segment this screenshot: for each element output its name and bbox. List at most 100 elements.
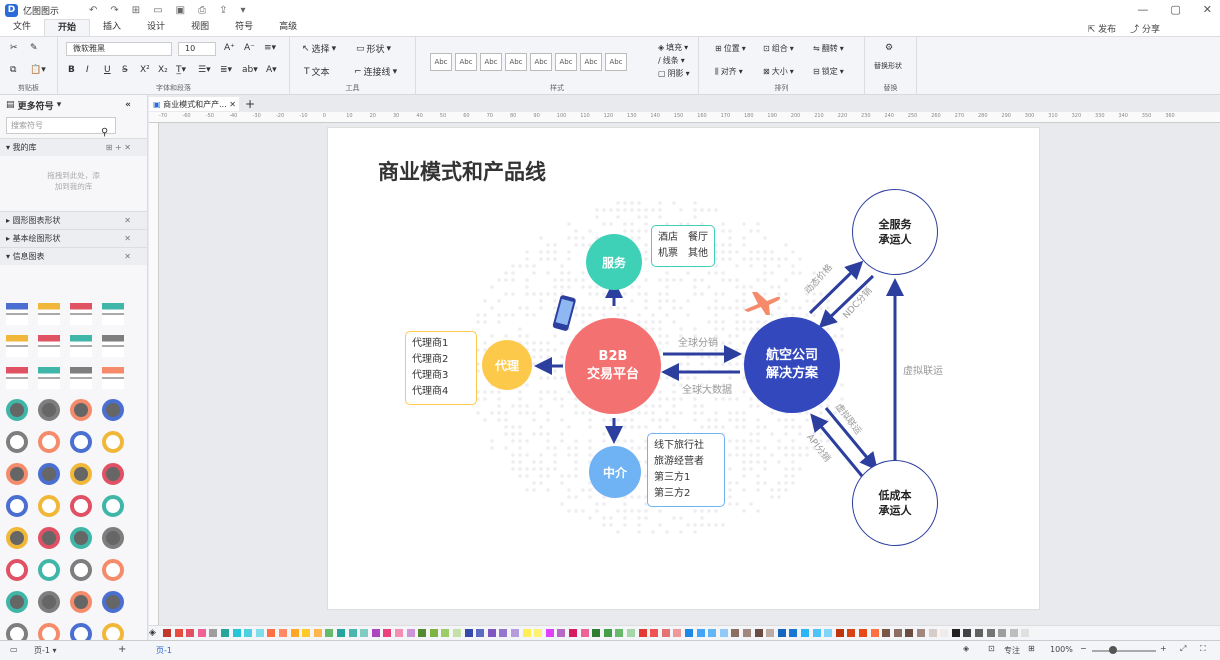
color-swatch[interactable] [777,629,786,637]
color-swatch[interactable] [1021,629,1030,637]
position-button[interactable]: ⊞ 位置 ▾ [715,43,746,54]
replace-shape-button[interactable]: 替换形状 [874,61,902,71]
color-swatch[interactable] [708,629,717,637]
infographic-symbol[interactable] [102,623,124,641]
color-swatch[interactable] [928,629,937,637]
infographic-symbol[interactable] [102,399,124,421]
color-swatch[interactable] [719,629,728,637]
tab-advanced[interactable]: 高级 [266,19,310,36]
color-swatch[interactable] [418,629,427,637]
style-swatch[interactable]: Abc [530,53,552,71]
color-swatch[interactable] [395,629,403,637]
infographic-symbol[interactable] [6,559,28,581]
color-swatch[interactable] [696,629,705,637]
color-swatch[interactable] [186,629,195,637]
infographic-symbol[interactable] [38,431,60,453]
color-swatch[interactable] [743,629,751,637]
airline-solution-node[interactable]: 航空公司 解决方案 [744,317,840,413]
color-swatch[interactable] [801,629,809,637]
page-tab[interactable]: 页-1 [156,645,172,656]
color-swatch[interactable] [244,629,253,637]
color-swatch[interactable] [360,629,369,637]
infographic-symbol[interactable] [38,559,60,581]
color-swatch[interactable] [917,629,925,637]
color-swatch[interactable] [615,629,624,637]
style-swatch[interactable]: Abc [555,53,577,71]
color-swatch[interactable] [569,629,577,637]
intermediary-box[interactable]: 线下旅行社 旅游经营者 第三方1 第三方2 [647,433,725,507]
color-swatch[interactable] [221,629,229,637]
color-swatch[interactable] [986,629,995,637]
infographic-symbol[interactable] [6,591,28,613]
color-swatch[interactable] [1033,629,1041,637]
rotate-button[interactable]: ⇋ 翻转 ▾ [813,43,844,54]
format-painter-icon[interactable]: ✎ [30,43,38,53]
style-swatch[interactable]: Abc [505,53,527,71]
page-select[interactable]: 页-1 ▾ [34,645,57,656]
color-swatch[interactable] [313,629,322,637]
open-icon[interactable]: ▭ [153,5,162,16]
list-icon[interactable]: ☰▾ [198,65,211,75]
shape-tool[interactable]: ▭ 形状 ▾ [356,42,391,56]
bold-icon[interactable]: B [68,65,75,75]
color-swatch[interactable] [348,629,357,637]
library-section-infographics[interactable]: ▾ 信息图表 ✕ [0,247,147,265]
save-icon[interactable]: ▣ [176,5,185,16]
infographic-symbol[interactable] [70,367,92,389]
color-swatch[interactable] [673,629,682,637]
infographic-symbol[interactable] [6,463,28,485]
color-swatch[interactable] [174,629,183,637]
color-swatch[interactable] [534,629,543,637]
library-section-basic-shapes[interactable]: ▸ 基本绘图形状 ✕ [0,229,147,247]
focus-mode-button[interactable]: 专注 [1004,645,1020,656]
document-tab[interactable]: ▣ 商业模式和产产... ✕ [149,97,239,111]
color-swatch[interactable] [685,629,693,637]
color-swatch[interactable] [951,629,960,637]
search-icon[interactable]: ⚲ [101,127,108,138]
style-swatch[interactable]: Abc [605,53,627,71]
low-cost-carrier-node[interactable]: 低成本 承运人 [852,460,938,546]
font-grow-icon[interactable]: A⁺ [224,43,235,53]
fit-window-icon[interactable]: ⤢ [1180,644,1186,654]
color-swatch[interactable] [522,629,531,637]
color-swatch[interactable] [545,629,554,637]
color-swatch[interactable] [905,629,914,637]
text-case-icon[interactable]: T̲▾ [176,65,186,75]
layers-icon[interactable]: ◈ [963,644,969,653]
infographic-symbol[interactable] [102,367,124,389]
color-swatch[interactable] [638,629,647,637]
copy-icon[interactable]: ⧉ [10,65,16,75]
style-swatch[interactable]: Abc [480,53,502,71]
font-family-select[interactable]: 微软雅黑 [66,42,172,56]
color-swatch[interactable] [893,629,902,637]
print-icon[interactable]: ⎙ [198,5,206,16]
close-icon[interactable]: ✕ [124,234,131,243]
share-button[interactable]: ⤴ 分享 [1130,22,1160,35]
b2b-platform-node[interactable]: B2B 交易平台 [565,318,661,414]
color-swatch[interactable] [870,629,879,637]
full-service-carrier-node[interactable]: 全服务 承运人 [852,189,938,275]
color-swatch[interactable] [975,629,983,637]
color-swatch[interactable] [337,629,345,637]
color-swatch[interactable] [487,629,496,637]
font-size-select[interactable]: 10 [178,42,216,56]
font-color-icon[interactable]: A▾ [266,65,277,75]
new-tab-icon[interactable]: + [245,97,255,111]
paste-icon[interactable]: 📋▾ [30,65,46,75]
color-swatch[interactable] [627,629,635,637]
infographic-symbol[interactable] [6,527,28,549]
align-icon[interactable]: ≡▾ [264,43,276,53]
color-swatch[interactable] [371,629,380,637]
color-swatch[interactable] [754,629,763,637]
infographic-symbol[interactable] [38,399,60,421]
tab-insert[interactable]: 插入 [90,19,134,36]
color-swatch[interactable] [859,629,867,637]
color-swatch[interactable] [429,629,438,637]
underline-icon[interactable]: U [104,65,111,75]
shadow-button[interactable]: ▢ 阴影 ▾ [658,68,690,79]
italic-icon[interactable]: I [86,65,89,75]
diagram-page[interactable]: 商业模式和产品线 B2B 交易平台 服务 代理 中介 航空公司 解决方案 全服务 承运… [327,127,1040,610]
color-swatch[interactable] [580,629,589,637]
infographic-symbol[interactable] [38,335,60,357]
color-swatch[interactable] [163,629,171,637]
